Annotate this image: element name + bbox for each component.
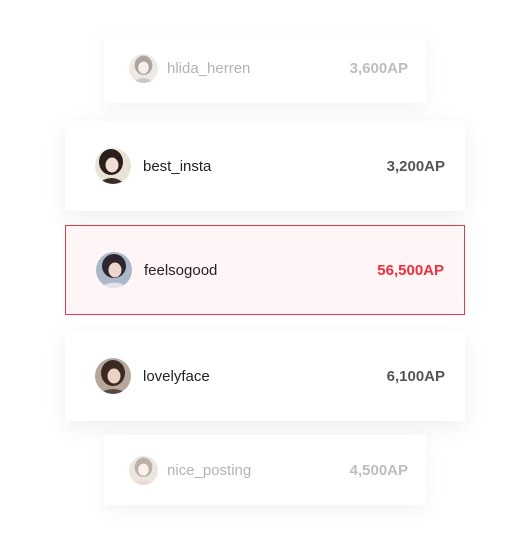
- points-value: 4,500AP: [349, 461, 408, 479]
- username: hlida_herren: [167, 59, 251, 77]
- leaderboard-row[interactable]: lovelyface 6,100AP: [65, 331, 465, 421]
- leaderboard: hlida_herren 3,600AP best_insta 3,200AP …: [0, 0, 530, 540]
- points-value: 3,200AP: [386, 157, 445, 175]
- leaderboard-row-selected[interactable]: feelsogood 56,500AP: [65, 225, 465, 315]
- username: lovelyface: [143, 367, 210, 385]
- avatar: [129, 53, 158, 83]
- avatar: [96, 252, 132, 288]
- leaderboard-row[interactable]: hlida_herren 3,600AP: [104, 33, 426, 103]
- leaderboard-row[interactable]: best_insta 3,200AP: [65, 121, 465, 211]
- leaderboard-row[interactable]: nice_posting 4,500AP: [104, 435, 426, 505]
- avatar: [95, 358, 131, 394]
- points-value: 3,600AP: [349, 59, 408, 77]
- username: best_insta: [143, 157, 212, 175]
- avatar: [129, 455, 158, 485]
- points-value: 6,100AP: [386, 367, 445, 385]
- username: feelsogood: [144, 261, 218, 279]
- avatar: [95, 148, 131, 184]
- username: nice_posting: [167, 461, 252, 479]
- points-value: 56,500AP: [377, 261, 444, 279]
